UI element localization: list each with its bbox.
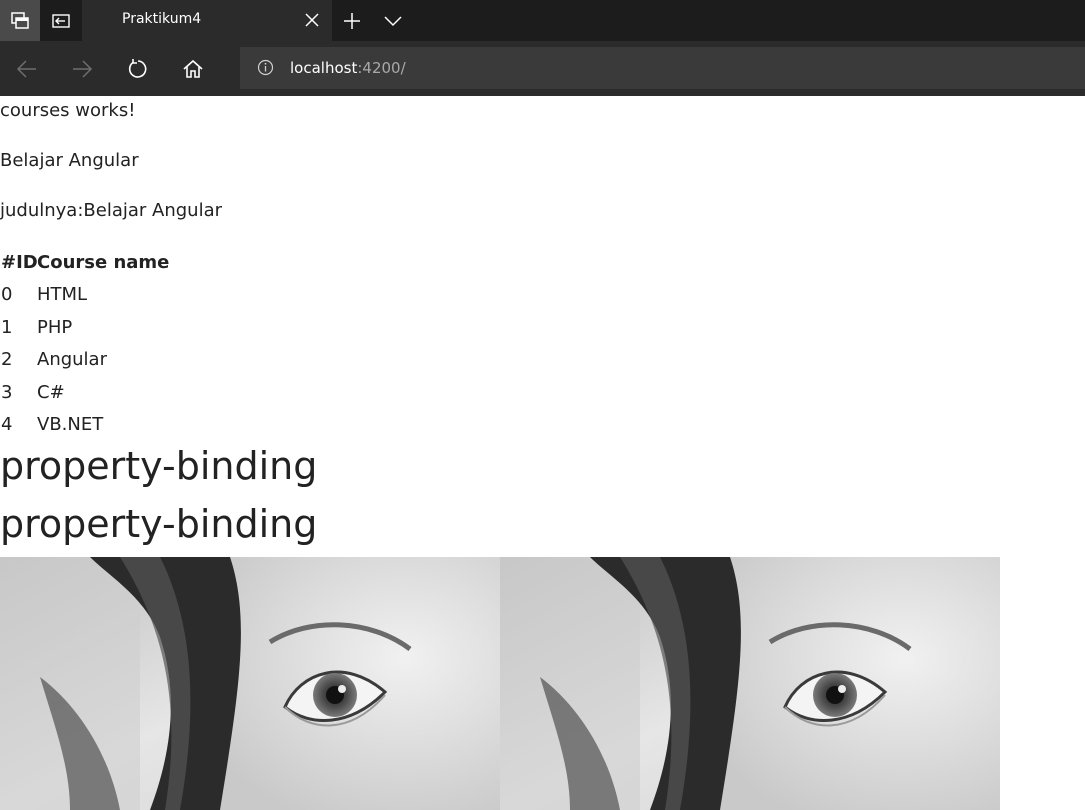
tab-close-button[interactable]	[298, 6, 326, 34]
property-binding-heading: property-binding	[0, 502, 318, 546]
header-id: #ID	[1, 252, 38, 273]
property-binding-heading: property-binding	[0, 444, 318, 488]
url-port-path: :4200/	[357, 59, 406, 77]
tab-list-button[interactable]	[377, 5, 409, 37]
tab-title: Praktikum4	[122, 11, 202, 27]
title-binding-text: judulnya:Belajar Angular	[0, 200, 222, 221]
new-tab-button[interactable]	[336, 5, 368, 37]
forward-button[interactable]	[64, 51, 100, 87]
close-icon	[305, 13, 319, 27]
refresh-icon	[128, 59, 147, 78]
chevron-down-icon	[384, 16, 402, 27]
home-icon	[183, 59, 203, 78]
cell-course-name: Angular	[37, 349, 107, 370]
title-text: Belajar Angular	[0, 150, 139, 171]
cell-id: 3	[1, 382, 13, 403]
table-row: 2 Angular	[0, 349, 400, 375]
tab-praktikum4[interactable]: Praktikum4	[82, 0, 332, 41]
forward-arrow-icon	[73, 60, 93, 78]
cell-id: 0	[1, 284, 13, 305]
cell-id: 2	[1, 349, 13, 370]
tab-actions-button[interactable]	[0, 0, 40, 41]
cell-id: 1	[1, 317, 13, 338]
table-row: 4 VB.NET	[0, 414, 400, 440]
tab-strip: Praktikum4	[0, 0, 1085, 41]
courses-works-text: courses works!	[0, 100, 136, 121]
url-text[interactable]: localhost:4200/	[290, 59, 406, 77]
cell-course-name: PHP	[37, 317, 73, 338]
back-arrow-icon	[16, 60, 36, 78]
cell-id: 4	[1, 414, 13, 435]
cell-course-name: C#	[37, 382, 65, 403]
portrait-image	[0, 557, 500, 810]
table-header-row: #ID Course name	[0, 252, 400, 278]
table-row: 1 PHP	[0, 317, 400, 343]
back-button[interactable]	[9, 51, 45, 87]
tabs-aside-icon	[52, 13, 70, 28]
portrait-image	[500, 557, 1000, 810]
cell-course-name: VB.NET	[37, 414, 104, 435]
table-row: 3 C#	[0, 382, 400, 408]
address-bar[interactable]: localhost:4200/	[240, 47, 1085, 89]
header-course-name: Course name	[37, 252, 170, 273]
tabs-aside-button[interactable]	[41, 0, 81, 41]
plus-icon	[344, 13, 360, 29]
home-button[interactable]	[175, 51, 211, 87]
navigation-bar: localhost:4200/	[0, 41, 1085, 96]
refresh-button[interactable]	[120, 51, 156, 87]
url-host: localhost	[290, 59, 358, 77]
tab-actions-icon	[11, 11, 29, 29]
info-icon[interactable]	[257, 59, 274, 76]
page-content: courses works! Belajar Angular judulnya:…	[0, 96, 1085, 810]
table-row: 0 HTML	[0, 284, 400, 310]
cell-course-name: HTML	[37, 284, 88, 305]
